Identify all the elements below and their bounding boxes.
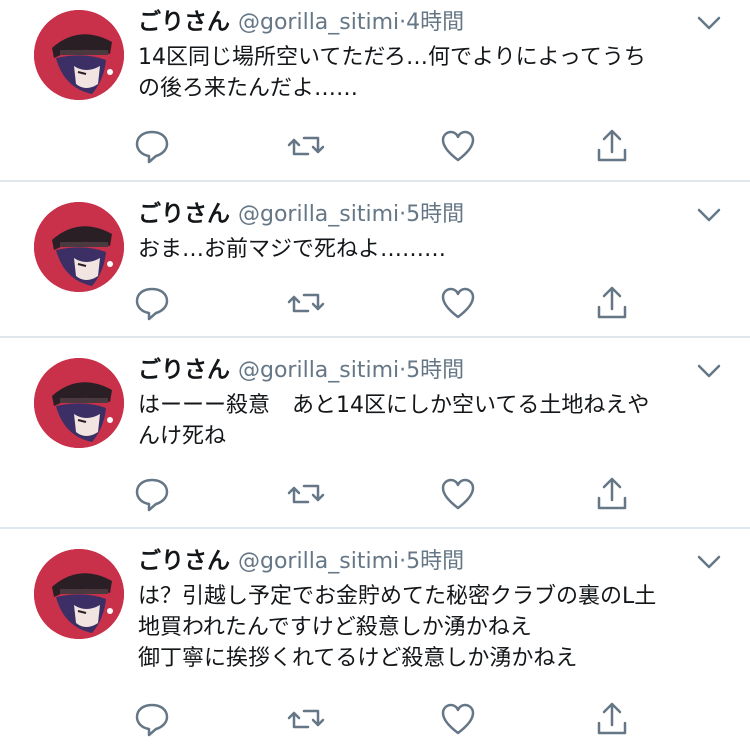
retweet-icon[interactable] — [286, 126, 326, 166]
avatar[interactable] — [34, 202, 124, 292]
tweet-text-line: はーーー殺意 あと14区にしか空いてる土地ねえや — [138, 393, 650, 418]
tweet-text-line: 地買われたんですけど殺意しか湧かねえ — [138, 615, 532, 640]
timestamp[interactable]: 5時間 — [406, 202, 464, 227]
share-icon[interactable] — [592, 126, 632, 166]
tweet-text-line: は？引越し予定でお金貯めてた秘密クラブの裏のL土 — [138, 584, 657, 609]
reply-icon[interactable] — [132, 126, 172, 166]
display-name[interactable]: ごりさん — [138, 357, 230, 383]
reply-icon[interactable] — [132, 283, 172, 323]
avatar[interactable] — [34, 10, 124, 100]
timeline: ごりさん @gorilla_sitimi·4時間 14区同じ場所空いてただろ…何で… — [0, 0, 750, 747]
tweet-text: はーーー殺意 あと14区にしか空いてる土地ねえや んけ死ね — [138, 390, 728, 452]
tweet-header: ごりさん @gorilla_sitimi·4時間 — [138, 5, 464, 39]
display-name[interactable]: ごりさん — [138, 548, 230, 574]
chevron-down-icon[interactable] — [694, 200, 724, 230]
heart-icon[interactable] — [438, 283, 478, 323]
heart-icon[interactable] — [438, 699, 478, 739]
user-handle[interactable]: @gorilla_sitimi — [238, 10, 399, 35]
avatar[interactable] — [34, 549, 124, 639]
reply-icon[interactable] — [132, 699, 172, 739]
display-name[interactable]: ごりさん — [138, 201, 230, 227]
tweet-text: 14区同じ場所空いてただろ…何でよりによってうち の後ろ来たんだよ…… — [138, 42, 728, 104]
display-name[interactable]: ごりさん — [138, 9, 230, 35]
tweet-text-line: の後ろ来たんだよ…… — [138, 76, 359, 101]
timestamp[interactable]: 5時間 — [406, 549, 464, 574]
share-icon[interactable] — [592, 283, 632, 323]
tweet-text: は？引越し予定でお金貯めてた秘密クラブの裏のL土 地買われたんですけど殺意しか湧… — [138, 581, 728, 674]
retweet-icon[interactable] — [286, 699, 326, 739]
user-handle[interactable]: @gorilla_sitimi — [238, 202, 399, 227]
timestamp[interactable]: 4時間 — [406, 10, 464, 35]
timestamp[interactable]: 5時間 — [406, 358, 464, 383]
divider — [0, 180, 750, 182]
retweet-icon[interactable] — [286, 283, 326, 323]
reply-icon[interactable] — [132, 474, 172, 514]
tweet-text-line: んけ死ね — [138, 424, 227, 449]
chevron-down-icon[interactable] — [694, 547, 724, 577]
chevron-down-icon[interactable] — [694, 8, 724, 38]
retweet-icon[interactable] — [286, 474, 326, 514]
divider — [0, 527, 750, 529]
user-handle[interactable]: @gorilla_sitimi — [238, 549, 399, 574]
tweet-text-line: 御丁寧に挨拶くれてるけど殺意しか湧かねえ — [138, 646, 578, 671]
tweet-header: ごりさん @gorilla_sitimi·5時間 — [138, 353, 464, 387]
tweet-text-line: おま…お前マジで死ねよ……… — [138, 237, 447, 262]
heart-icon[interactable] — [438, 126, 478, 166]
user-handle[interactable]: @gorilla_sitimi — [238, 358, 399, 383]
divider — [0, 336, 750, 338]
tweet-header: ごりさん @gorilla_sitimi·5時間 — [138, 544, 464, 578]
tweet-text: おま…お前マジで死ねよ……… — [138, 234, 728, 265]
tweet-header: ごりさん @gorilla_sitimi·5時間 — [138, 197, 464, 231]
heart-icon[interactable] — [438, 474, 478, 514]
share-icon[interactable] — [592, 699, 632, 739]
tweet-text-line: 14区同じ場所空いてただろ…何でよりによってうち — [138, 45, 646, 70]
chevron-down-icon[interactable] — [694, 356, 724, 386]
avatar[interactable] — [34, 358, 124, 448]
share-icon[interactable] — [592, 474, 632, 514]
